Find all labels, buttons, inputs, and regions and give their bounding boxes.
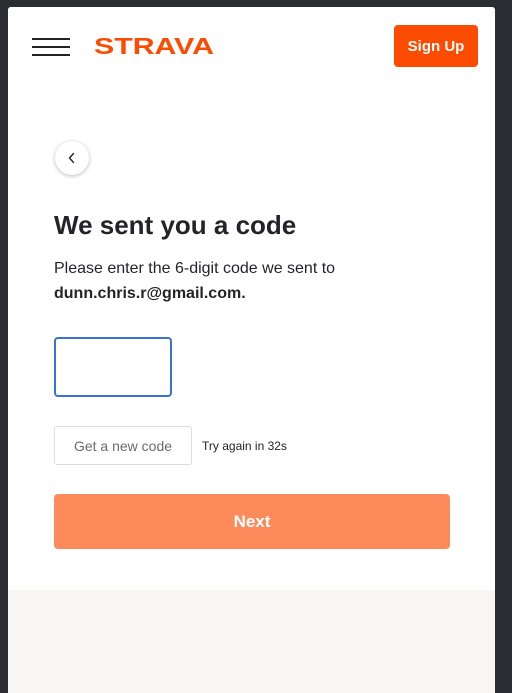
menu-bar-icon — [32, 46, 70, 48]
page-title: We sent you a code — [54, 210, 297, 240]
email-address: dunn.chris.r@gmail.com. — [54, 285, 246, 302]
instructions-label: Please enter the 6-digit code we sent to — [54, 260, 336, 277]
back-button[interactable] — [55, 141, 89, 175]
sign-up-button[interactable]: Sign Up — [394, 25, 478, 67]
hamburger-menu-button[interactable] — [32, 36, 70, 58]
menu-bar-icon — [32, 54, 70, 56]
top-nav: STRAVA Sign Up — [8, 7, 495, 86]
page-footer — [8, 590, 495, 693]
chevron-left-icon — [68, 152, 75, 164]
browser-viewport: STRAVA Sign Up We sent you a code Please… — [8, 7, 495, 693]
verification-panel: We sent you a code Please enter the 6-di… — [8, 86, 495, 590]
verification-code-input[interactable] — [54, 337, 172, 397]
menu-bar-icon — [32, 38, 70, 40]
strava-logo[interactable]: STRAVA — [94, 32, 220, 60]
instructions-text: Please enter the 6-digit code we sent to… — [54, 256, 454, 306]
get-new-code-button[interactable]: Get a new code — [54, 426, 192, 465]
strava-logo-text: STRAVA — [94, 33, 214, 59]
next-button[interactable]: Next — [54, 494, 450, 549]
retry-countdown: Try again in 32s — [202, 439, 287, 453]
